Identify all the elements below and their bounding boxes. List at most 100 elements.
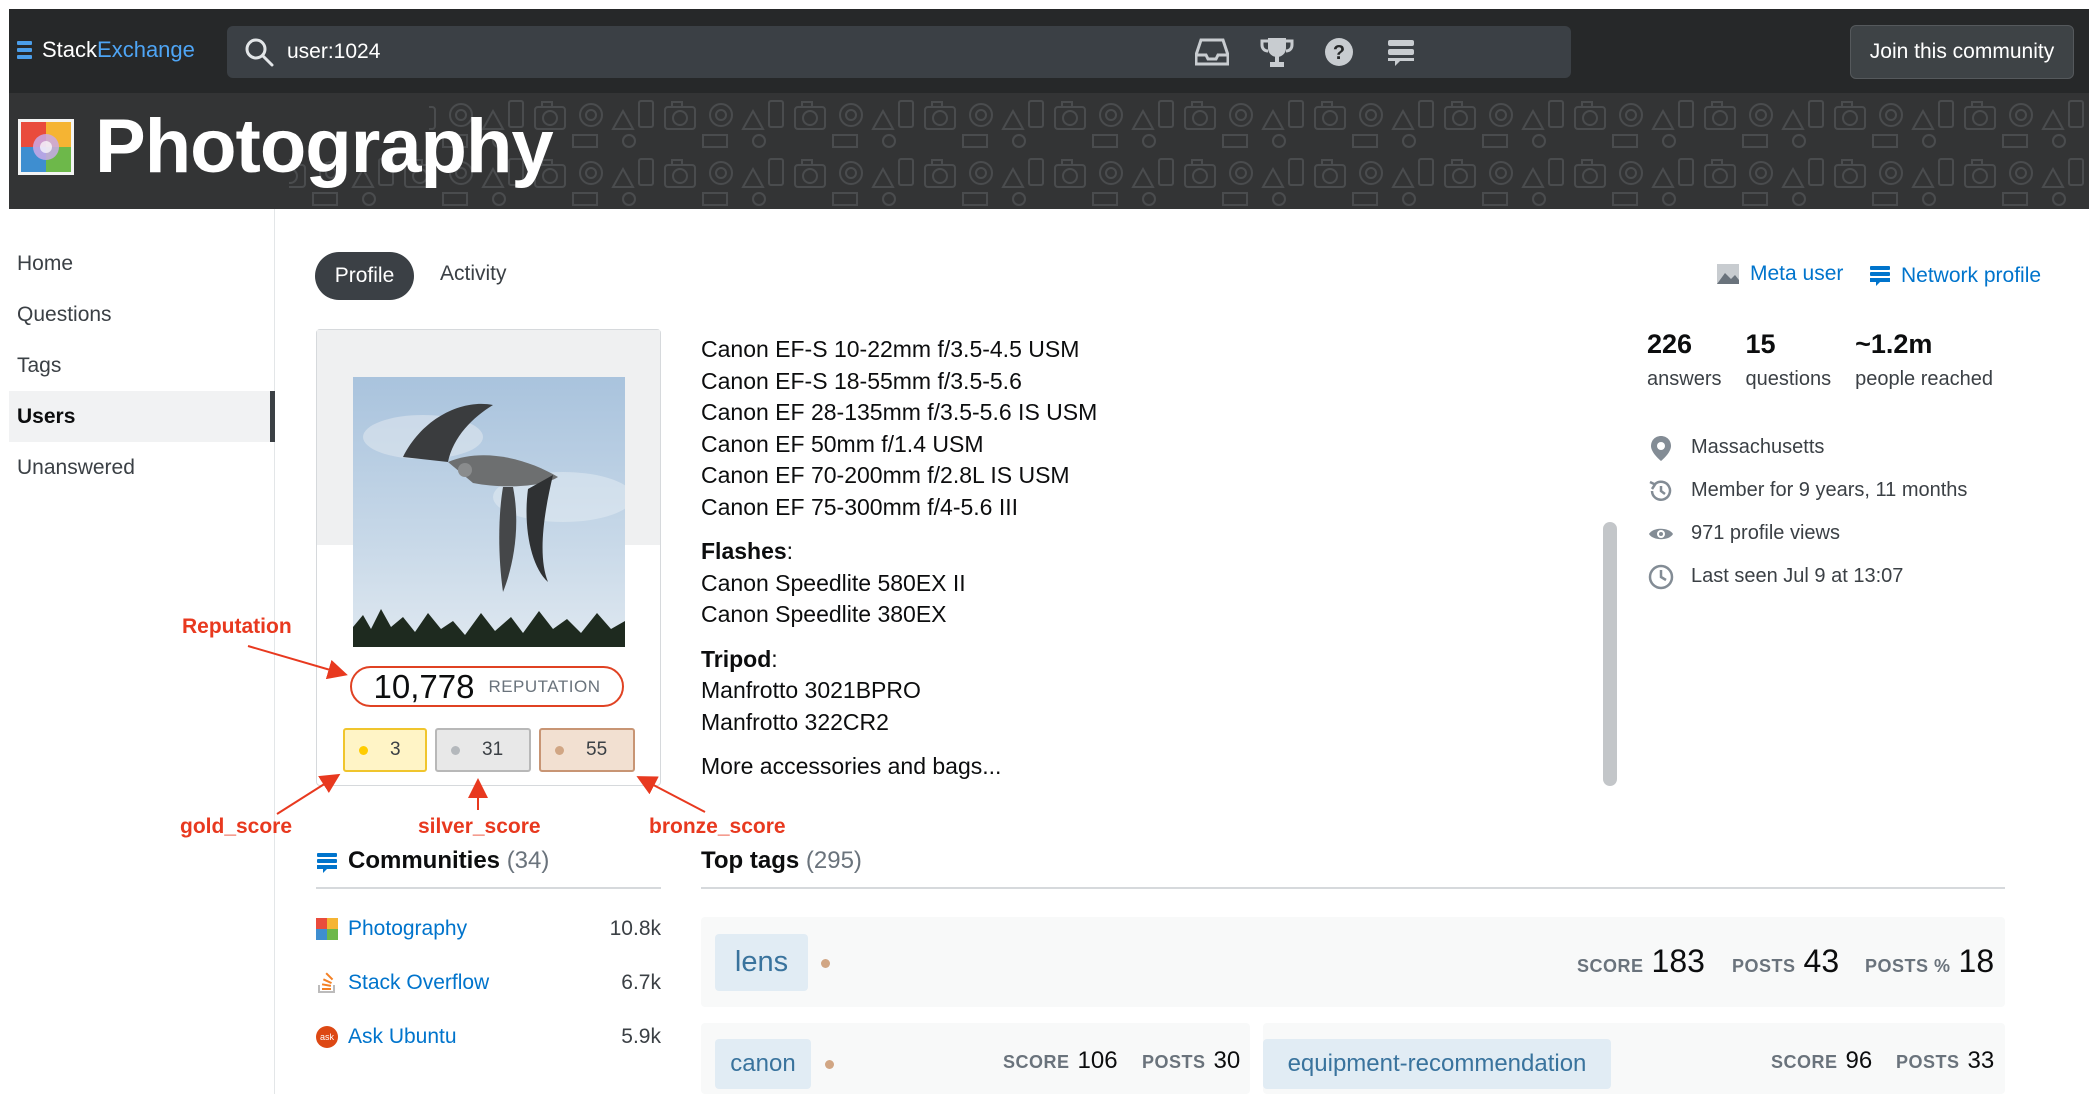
community-reputation: 10.8k xyxy=(609,917,661,940)
reputation-label: REPUTATION xyxy=(488,676,601,696)
tag-equipment-posts: POSTS 33 xyxy=(1896,1047,1995,1074)
member-for-row: Member for 9 years, 11 months xyxy=(1647,469,1967,512)
user-meta-list: Massachusetts Member for 9 years, 11 mon… xyxy=(1647,426,1967,598)
user-stats: 226 answers 15 questions ~1.2m people reach… xyxy=(1647,329,1993,391)
annotation-silver-score: silver_score xyxy=(418,815,541,838)
gold-badge-count[interactable]: 3 xyxy=(343,728,427,772)
location-pin-icon xyxy=(1651,435,1671,461)
nav-unanswered[interactable]: Unanswered xyxy=(9,442,275,493)
community-name: Ask Ubuntu xyxy=(348,1025,457,1048)
tripod-item: Manfrotto 322CR2 xyxy=(701,708,889,735)
photography-site-icon xyxy=(316,918,338,940)
tag-row-canon: canon SCORE 106 POSTS 30 xyxy=(701,1023,1250,1094)
community-name: Photography xyxy=(348,917,468,940)
brand-stack: Stack xyxy=(42,37,98,62)
community-item-stack-overflow[interactable]: Stack Overflow 6.7k xyxy=(316,963,661,1003)
site-banner: Photography xyxy=(9,93,2089,209)
tripod-heading: Tripod: xyxy=(701,645,778,672)
lens-item: Canon EF 75-300mm f/4-5.6 III xyxy=(701,493,1019,520)
search-box[interactable] xyxy=(227,26,1571,78)
site-title[interactable]: Photography xyxy=(95,103,554,190)
gold-badge-icon xyxy=(359,745,368,755)
location-row: Massachusetts xyxy=(1647,426,1967,469)
tab-activity[interactable]: Activity xyxy=(440,262,507,286)
silver-count: 31 xyxy=(482,739,504,760)
top-tags-heading: Top tags (295) xyxy=(701,847,2005,889)
tag-lens-posts-percent: POSTS % 18 xyxy=(1865,943,1995,979)
stackexchange-icon xyxy=(1870,266,1890,286)
bronze-badge-icon xyxy=(821,959,830,968)
meta-user-label: Meta user xyxy=(1750,262,1844,285)
tag-row-lens: lens SCORE 183 POSTS 43 POSTS % 18 xyxy=(701,917,2005,1007)
top-tags-title: Top tags xyxy=(701,847,800,874)
tag-canon-score: SCORE 106 xyxy=(1003,1047,1118,1074)
community-item-photography[interactable]: Photography 10.8k xyxy=(316,909,661,949)
bronze-badge-count[interactable]: 55 xyxy=(539,728,635,772)
trophy-icon[interactable] xyxy=(1259,34,1295,70)
reputation-value: 10,778 xyxy=(373,667,475,705)
lens-item: Canon EF-S 18-55mm f/3.5-5.6 xyxy=(701,367,1022,394)
meta-avatar-icon xyxy=(1717,264,1739,284)
nav-questions[interactable]: Questions xyxy=(9,289,275,340)
photography-site-icon xyxy=(18,119,74,175)
stat-people-reached: ~1.2m people reached xyxy=(1855,329,1993,390)
top-bar: StackExchange ? Join this community xyxy=(9,9,2089,93)
help-icon[interactable]: ? xyxy=(1321,34,1357,70)
tab-profile[interactable]: Profile xyxy=(315,252,414,300)
annotation-bronze-score: bronze_score xyxy=(649,815,786,838)
silver-badge-icon xyxy=(451,745,460,755)
bronze-count: 55 xyxy=(586,739,608,760)
network-profile-link[interactable]: Network profile xyxy=(1869,264,2041,288)
tag-lens-posts: POSTS 43 xyxy=(1732,943,1840,979)
stackexchange-logo[interactable]: StackExchange xyxy=(17,37,195,63)
profile-views-row: 971 profile views xyxy=(1647,512,1967,555)
last-seen-row: Last seen Jul 9 at 13:07 xyxy=(1647,555,1967,598)
community-reputation: 6.7k xyxy=(621,971,661,994)
clock-icon xyxy=(1648,564,1674,589)
lens-item: Canon EF 28-135mm f/3.5-5.6 IS USM xyxy=(701,399,1098,425)
tripod-item: Manfrotto 3021BPRO xyxy=(701,677,921,703)
left-sidebar: Home Questions Tags Users Unanswered xyxy=(9,209,275,1094)
stat-questions: 15 questions xyxy=(1745,329,1832,390)
svg-text:ask: ask xyxy=(320,1032,335,1042)
nav-tags[interactable]: Tags xyxy=(9,340,275,391)
reputation-pill[interactable]: 10,778 REPUTATION xyxy=(350,666,624,707)
communities-title: Communities xyxy=(348,847,501,874)
community-item-ask-ubuntu[interactable]: ask Ask Ubuntu 5.9k xyxy=(316,1017,661,1057)
community-name: Stack Overflow xyxy=(348,971,490,994)
site-switcher-icon[interactable] xyxy=(1383,34,1419,70)
join-community-button[interactable]: Join this community xyxy=(1850,25,2074,79)
community-reputation: 5.9k xyxy=(621,1025,661,1048)
ask-ubuntu-icon: ask xyxy=(316,1026,338,1048)
silver-badge-count[interactable]: 31 xyxy=(435,728,531,772)
communities-heading: Communities (34) xyxy=(316,847,661,889)
tag-equipment-recommendation[interactable]: equipment-recommendation xyxy=(1263,1039,1611,1089)
user-avatar[interactable] xyxy=(353,377,625,647)
flash-item: Canon Speedlite 380EX xyxy=(701,601,947,627)
annotation-gold-score: gold_score xyxy=(180,815,293,838)
search-icon xyxy=(245,38,274,67)
top-tags-count: (295) xyxy=(805,847,862,874)
brand-exchange: Exchange xyxy=(97,37,195,62)
more-accessories: More accessories and bags... xyxy=(701,753,1002,779)
about-me: Canon EF-S 10-22mm f/3.5-4.5 USM Canon E… xyxy=(701,334,1097,783)
inbox-icon[interactable] xyxy=(1194,34,1230,70)
nav-home[interactable]: Home xyxy=(9,238,275,289)
stackexchange-icon xyxy=(17,41,32,59)
network-profile-label: Network profile xyxy=(1901,264,2042,287)
search-input[interactable] xyxy=(287,40,1487,64)
eye-icon xyxy=(1649,528,1673,539)
meta-user-link[interactable]: Meta user xyxy=(1716,262,1843,286)
bronze-badge-icon xyxy=(825,1060,834,1069)
lens-item: Canon EF 70-200mm f/2.8L IS USM xyxy=(701,462,1070,488)
tag-canon[interactable]: canon xyxy=(715,1039,811,1089)
nav-users[interactable]: Users xyxy=(9,391,275,442)
gold-count: 3 xyxy=(390,739,401,760)
tag-equipment-score: SCORE 96 xyxy=(1771,1047,1873,1074)
flashes-heading: Flashes: xyxy=(701,538,794,564)
tag-lens[interactable]: lens xyxy=(715,934,808,991)
tag-lens-score: SCORE 183 xyxy=(1577,943,1705,979)
about-scrollbar[interactable] xyxy=(1603,522,1617,786)
user-card: 10,778 REPUTATION 3 31 55 xyxy=(316,329,661,786)
stat-answers: 226 answers xyxy=(1647,329,1722,390)
